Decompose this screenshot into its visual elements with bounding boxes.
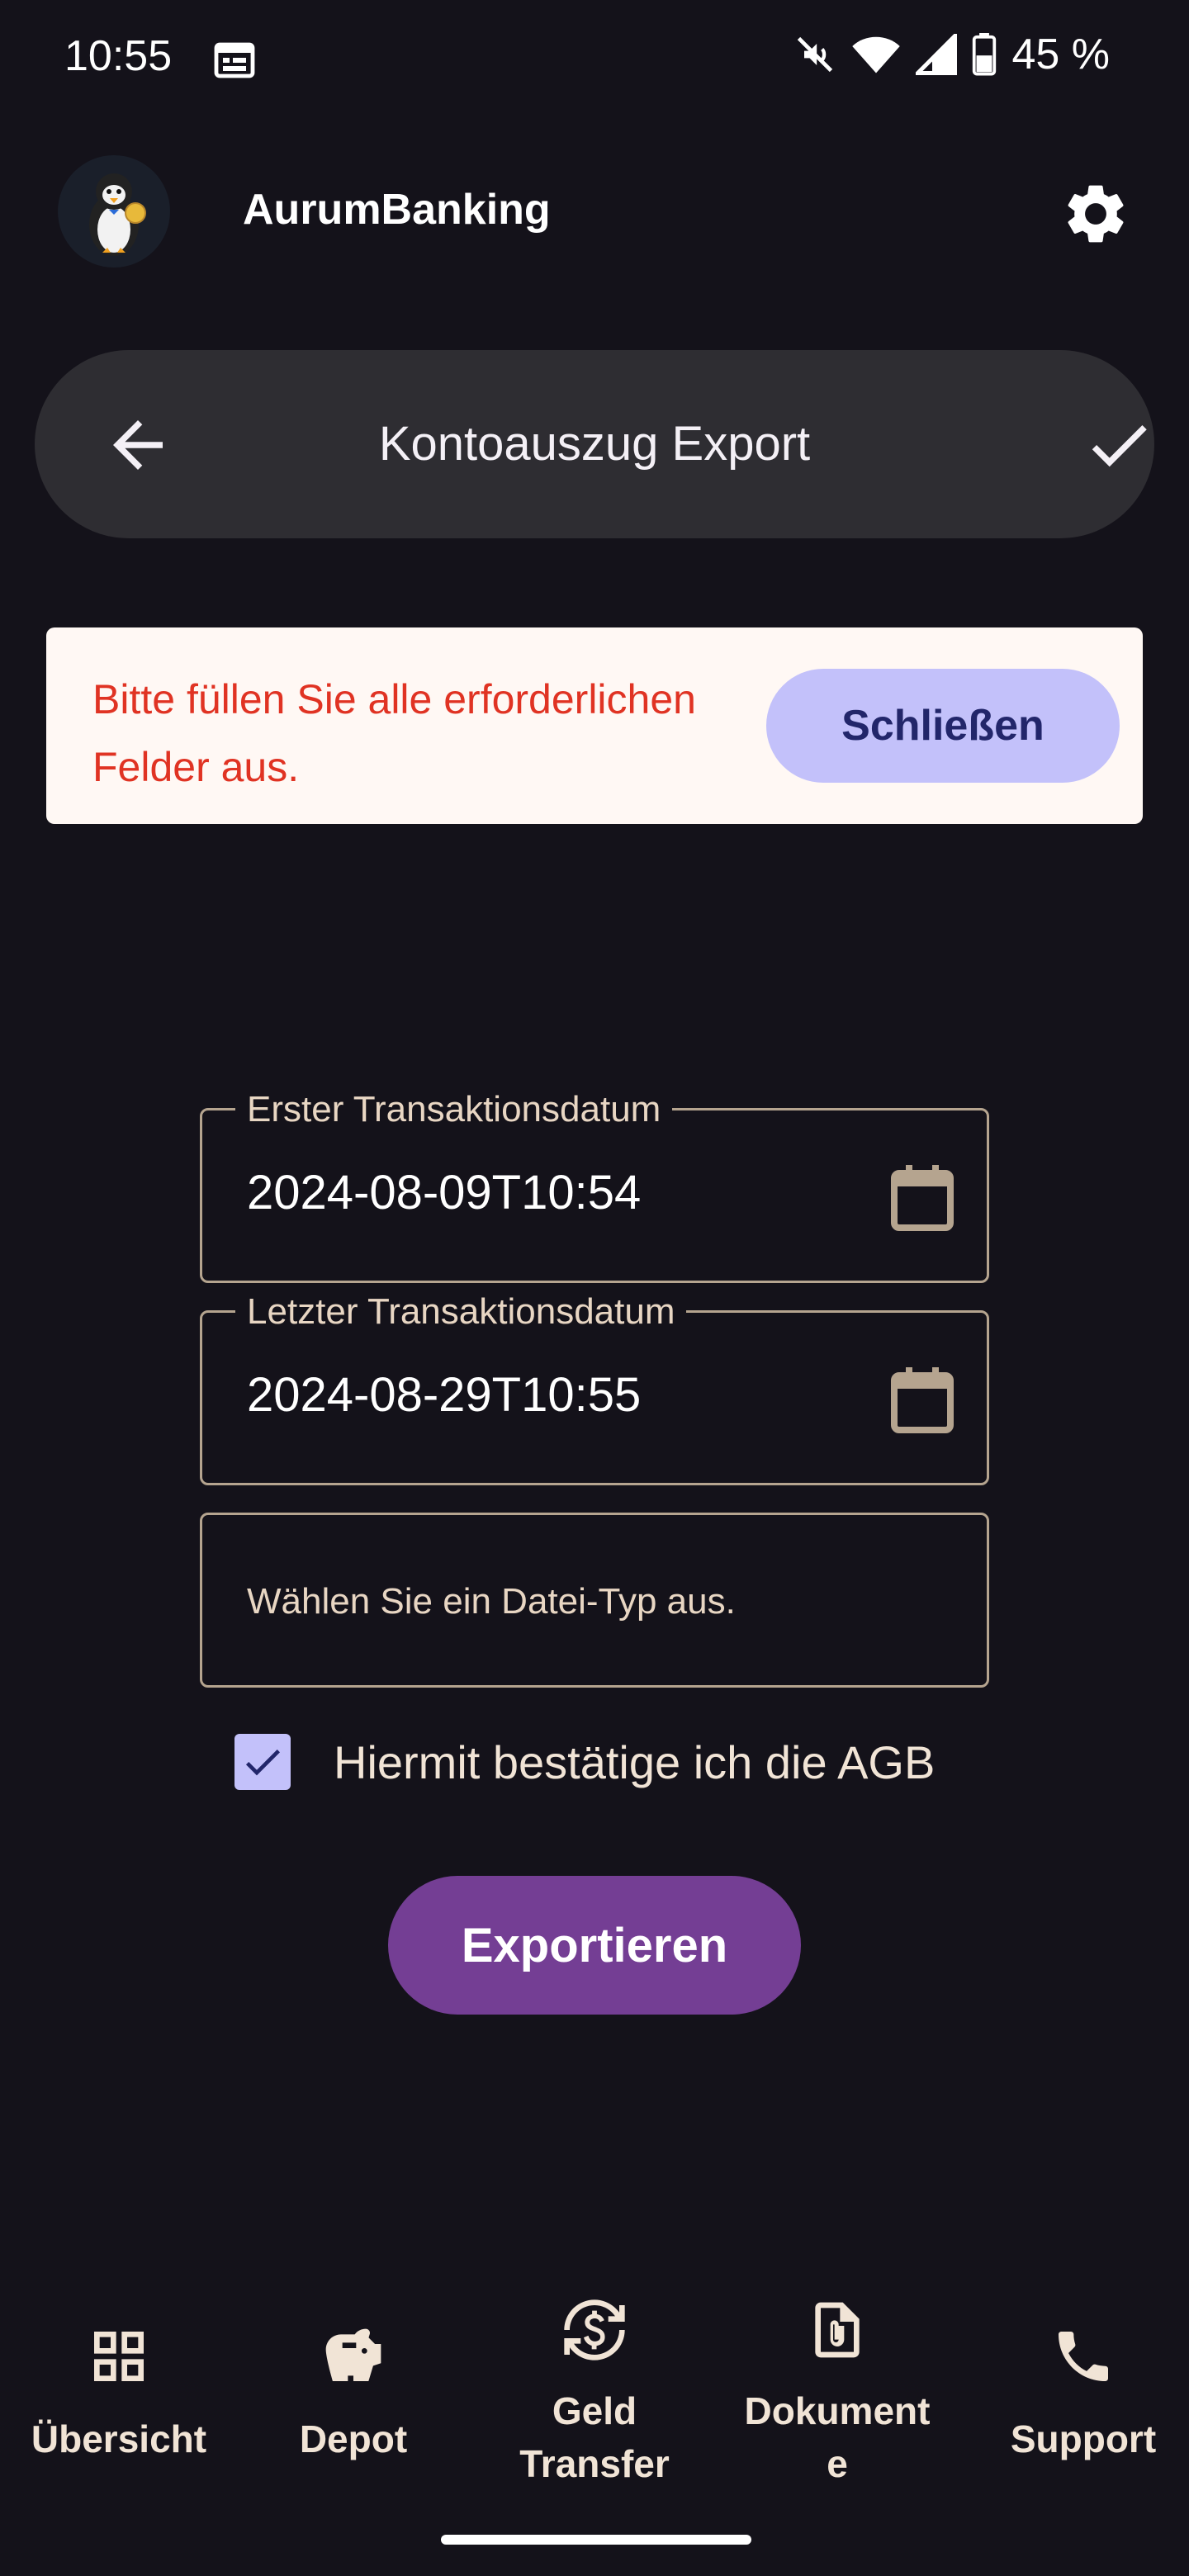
nav-label-support: Support [1010,2417,1157,2460]
nav-item-geld-transfer[interactable]: Geld Transfer [476,2279,713,2510]
first-date-field[interactable]: Erster Transaktionsdatum 2024-08-09T10:5… [200,1089,989,1283]
signal-icon [916,34,958,75]
battery-icon [973,33,997,76]
calendar-icon[interactable] [889,1163,955,1233]
nav-item-dokumente[interactable]: Dokument e [718,2279,956,2510]
agb-checkbox[interactable] [234,1734,291,1790]
nav-label-geld-transfer: Geld Transfer [519,2389,670,2485]
nav-item-depot[interactable]: Depot [234,2279,472,2510]
check-icon[interactable] [1082,408,1156,482]
last-date-label: Letzter Transaktionsdatum [235,1291,687,1333]
file-type-select[interactable]: Wählen Sie ein Datei-Typ aus. [200,1513,989,1688]
nav-label-depot: Depot [299,2417,408,2460]
status-time: 10:55 [64,32,173,80]
last-date-field[interactable]: Letzter Transaktionsdatum 2024-08-29T10:… [200,1291,989,1485]
check-icon [245,1750,280,1776]
currency-exchange-icon [564,2299,625,2361]
nav-item-support[interactable]: Support [964,2279,1189,2510]
bottom-navigation: Übersicht Depot Geld Transfer Dokument e [0,2279,1189,2510]
penguin-logo[interactable] [58,155,170,268]
screen: 10:55 45 % AurumBanking Kontoauszug Expo… [0,0,1189,2576]
nav-label-uebersicht: Übersicht [31,2417,207,2460]
home-indicator[interactable] [441,2535,751,2545]
gear-icon[interactable] [1060,178,1131,249]
app-bar: AurumBanking [0,149,1189,272]
agb-checkbox-row[interactable]: Hiermit bestätige ich die AGB [234,1732,935,1792]
mute-icon [798,36,833,73]
close-button[interactable]: Schließen [766,669,1120,783]
export-button[interactable]: Exportieren [388,1876,801,2015]
status-bar: 10:55 45 % [0,0,1189,124]
status-icons: 45 % [793,30,1110,79]
last-date-value[interactable]: 2024-08-29T10:55 [247,1367,641,1423]
first-date-label: Erster Transaktionsdatum [235,1089,673,1130]
calendar-icon[interactable] [889,1366,955,1435]
wifi-icon [852,36,901,73]
piggy-bank-icon [325,2328,381,2381]
file-type-placeholder: Wählen Sie ein Datei-Typ aus. [247,1581,736,1622]
page-title: Kontoauszug Export [378,417,811,471]
app-title: AurumBanking [243,186,551,234]
agb-label: Hiermit bestätige ich die AGB [334,1735,936,1788]
document-attach-icon [815,2302,860,2358]
grid-icon [94,2332,144,2381]
phone-icon [1059,2332,1108,2381]
battery-percent: 45 % [1011,31,1110,78]
first-date-value[interactable]: 2024-08-09T10:54 [247,1165,641,1220]
calendar-icon [214,42,255,78]
nav-label-dokumente: Dokument e [744,2389,931,2485]
nav-item-uebersicht[interactable]: Übersicht [0,2279,238,2510]
screen-header: Kontoauszug Export [35,350,1154,538]
error-message: Bitte füllen Sie alle erforderlichen Fel… [92,676,696,790]
error-snackbar: Bitte füllen Sie alle erforderlichen Fel… [46,627,1143,824]
